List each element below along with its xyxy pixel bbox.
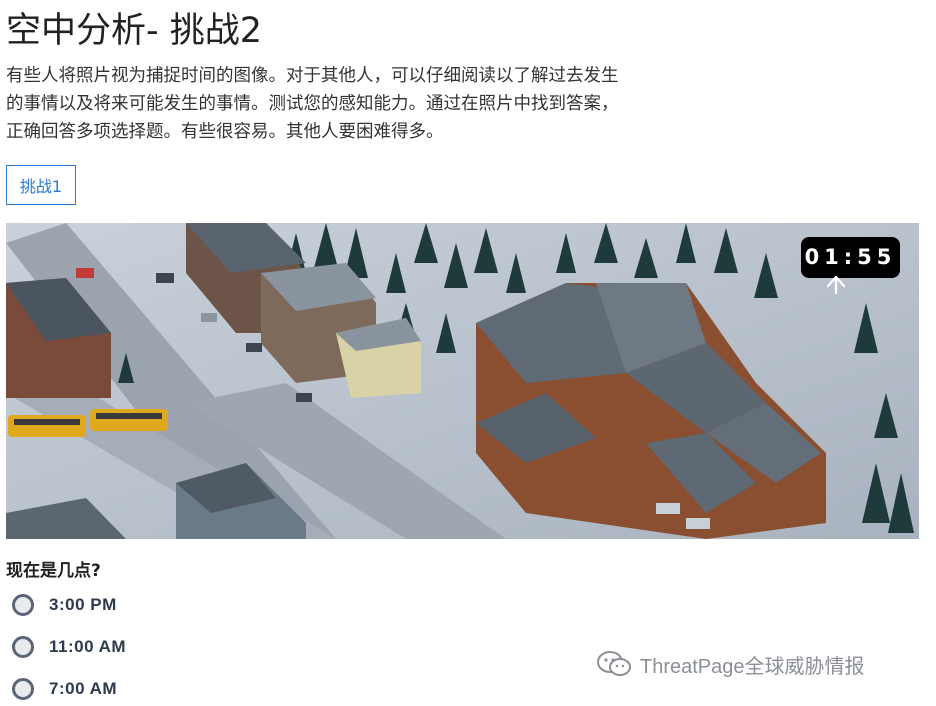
quiz-option[interactable]: 3:00 PM (12, 591, 117, 619)
countdown-timer: 01:55 (801, 237, 900, 278)
description-line: 的事情以及将来可能发生的事情。测试您的感知能力。通过在照片中找到答案， (6, 94, 619, 114)
quiz-option[interactable]: 11:00 AM (12, 633, 126, 661)
quiz-option-label: 7:00 AM (49, 679, 118, 698)
challenge-1-button[interactable]: 挑战1 (6, 165, 76, 205)
watermark-text: ThreatPage全球威胁情报 (640, 655, 865, 678)
quiz-question: 现在是几点? (6, 561, 101, 581)
radio-button[interactable] (12, 678, 34, 700)
quiz-option[interactable]: 7:00 AM (12, 675, 117, 703)
aerial-ski-resort-town-image (6, 223, 919, 539)
wechat-icon (597, 651, 631, 676)
page-description: 有些人将照片视为捕捉时间的图像。对于其他人，可以仔细阅读以了解过去发生 的事情以… (6, 62, 726, 146)
quiz-option-label: 3:00 PM (49, 595, 117, 614)
cursor-arrow-icon (826, 276, 846, 294)
radio-button[interactable] (12, 636, 34, 658)
aerial-scene-image (6, 223, 919, 539)
quiz-option-label: 11:00 AM (49, 637, 127, 656)
page-title: 空中分析- 挑战2 (6, 11, 263, 51)
description-line: 正确回答多项选择题。有些很容易。其他人要困难得多。 (6, 122, 444, 142)
watermark: ThreatPage全球威胁情报 (596, 648, 865, 680)
radio-button[interactable] (12, 594, 34, 616)
description-line: 有些人将照片视为捕捉时间的图像。对于其他人，可以仔细阅读以了解过去发生 (6, 66, 619, 86)
